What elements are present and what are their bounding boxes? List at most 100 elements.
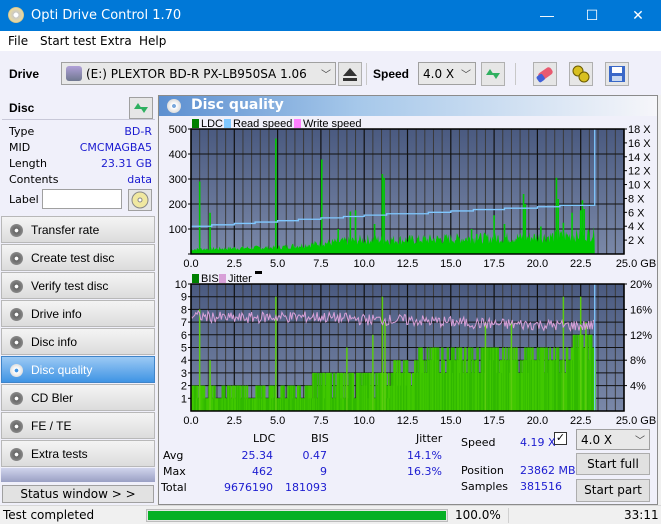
bis-jitter-chart: 12345678910 4% 8% 12% 16% 20% 0.0 2.5 5.0 7.5 10.0… <box>175 279 656 427</box>
x-tick-label: 0.0 <box>183 415 198 427</box>
nav-label: Create test disc <box>31 251 115 265</box>
y-tick-label: 7 <box>181 317 187 329</box>
y2-tick-label: 18 X <box>628 124 651 136</box>
disc-info-length: Length 23.31 GB <box>9 157 152 173</box>
col-header-bis: BIS <box>311 432 329 445</box>
window-title: Opti Drive Control 1.70 <box>31 8 182 23</box>
x-tick-label: 10.0 <box>353 258 374 270</box>
erase-button[interactable] <box>533 62 557 86</box>
maximize-button[interactable]: ☐ <box>569 0 615 31</box>
left-panel: Disc Type BD-R MID CMCMAGBA5 Length 23.3… <box>0 95 157 505</box>
nav-create-test-disc[interactable]: Create test disc <box>1 244 155 271</box>
refresh-speed-icon <box>486 69 500 79</box>
x-tick-label: 17.5 <box>483 415 504 427</box>
nav-fe-te[interactable]: FE / TE <box>1 412 155 439</box>
max-jitter: 16.3% <box>407 465 442 478</box>
drive-info-icon <box>10 308 23 321</box>
settings-button[interactable] <box>569 62 593 86</box>
y2-tick-label: 2 X <box>628 235 645 247</box>
menu-start-test[interactable]: Start test <box>40 34 96 48</box>
label-key: Label <box>9 193 39 206</box>
y-tick-label: 4 <box>181 355 187 367</box>
disc-label-row: Label <box>9 193 41 209</box>
disc-quality-icon <box>10 364 23 377</box>
close-button[interactable]: ✕ <box>615 0 661 31</box>
y2-tick-label: 8 X <box>628 193 645 205</box>
status-divider <box>508 508 509 523</box>
y2-tick-label: 16% <box>630 304 652 316</box>
disc-header-title: Disc <box>9 101 35 115</box>
col-header-ldc: LDC <box>253 432 276 445</box>
refresh-speed-button[interactable] <box>481 62 505 86</box>
menu-file[interactable]: File <box>8 34 28 48</box>
read-speed-legend-swatch <box>224 119 231 128</box>
save-button[interactable] <box>605 62 629 86</box>
status-bar: Test completed 100.0% 33:11 <box>0 505 661 524</box>
start-full-button[interactable]: Start full <box>576 453 650 475</box>
disc-quality-icon <box>167 99 181 113</box>
speed-select[interactable]: 4.0 X ﹀ <box>418 62 476 85</box>
nav-transfer-rate[interactable]: Transfer rate <box>1 216 155 243</box>
x-tick-label: 15.0 <box>440 258 461 270</box>
y2-tick-label: 20% <box>630 279 652 291</box>
ldc-legend-swatch <box>192 119 199 128</box>
x-tick-label: 17.5 <box>483 258 504 270</box>
nav-verify-test-disc[interactable]: Verify test disc <box>1 272 155 299</box>
status-text: Test completed <box>3 508 95 522</box>
charts-area: LDC Read speed Write speed 100 200 300 400 5… <box>169 118 657 427</box>
nav-disc-quality[interactable]: Disc quality <box>1 356 155 383</box>
status-window-button[interactable]: Status window > > <box>2 485 154 503</box>
x-tick-label: 25.0 GB <box>616 258 656 270</box>
nav-disc-info[interactable]: Disc info <box>1 328 155 355</box>
samples-value: 381516 <box>520 480 562 493</box>
elapsed-time: 33:11 <box>624 508 659 522</box>
position-value: 23862 MB <box>520 464 576 477</box>
speed-value: 4.19 X <box>520 436 556 449</box>
divider <box>2 119 155 120</box>
check-icon: ✓ <box>555 432 566 444</box>
nav-label: Drive info <box>31 307 82 321</box>
minimize-button[interactable]: — <box>524 0 570 31</box>
x-tick-label: 7.5 <box>313 258 328 270</box>
menu-extra[interactable]: Extra <box>100 34 132 48</box>
disc-header: Disc <box>2 97 155 119</box>
y-tick-label: 100 <box>169 224 187 236</box>
menu-help[interactable]: Help <box>139 34 166 48</box>
y-tick-label: 2 <box>181 381 187 393</box>
settings-icon <box>572 65 590 83</box>
disc-info-type: Type BD-R <box>9 125 152 141</box>
info-key: MID <box>9 141 31 154</box>
position-label: Position <box>461 464 504 477</box>
progress-fill <box>148 511 446 520</box>
samples-label: Samples <box>461 480 508 493</box>
nav-label: CD Bler <box>31 391 74 405</box>
disc-label-input[interactable] <box>42 189 122 209</box>
max-bis: 9 <box>320 465 327 478</box>
y-tick-label: 8 <box>181 304 187 316</box>
nav-cd-bler[interactable]: CD Bler <box>1 384 155 411</box>
progress-percent: 100.0% <box>455 508 501 522</box>
toolbar-separator <box>366 63 367 85</box>
total-bis: 181093 <box>285 481 327 494</box>
nav-drive-info[interactable]: Drive info <box>1 300 155 327</box>
x-tick-label: 22.5 <box>570 258 591 270</box>
info-key: Length <box>9 157 47 170</box>
x-tick-label: 20.0 <box>527 415 548 427</box>
ldc-legend: LDC Read speed Write speed <box>192 118 362 130</box>
save-icon <box>609 66 625 82</box>
ldc-chart: 100 200 300 400 500 2 X 4 X 6 X 8 X10 X 12 X 14 X 1… <box>169 124 657 270</box>
disc-refresh-button[interactable] <box>129 97 153 119</box>
nav-label: Extra tests <box>31 447 88 461</box>
x-tick-label: 22.5 <box>570 415 591 427</box>
x-tick-label: 7.5 <box>313 415 328 427</box>
test-speed-select[interactable]: 4.0 X ﹀ <box>576 429 650 450</box>
nav-extra-tests[interactable]: Extra tests <box>1 440 155 467</box>
disc-label-button[interactable] <box>128 189 152 211</box>
drive-select[interactable]: (E:) PLEXTOR BD-R PX-LB950SA 1.06 ﹀ <box>61 62 336 85</box>
eject-button[interactable] <box>338 62 362 86</box>
menu-bar: File Start test Extra Help <box>0 31 661 51</box>
y-tick-label: 1 <box>181 393 187 405</box>
x-tick-label: 10.0 <box>353 415 374 427</box>
y2-tick-label: 16 X <box>628 138 651 150</box>
start-part-button[interactable]: Start part <box>576 479 650 502</box>
